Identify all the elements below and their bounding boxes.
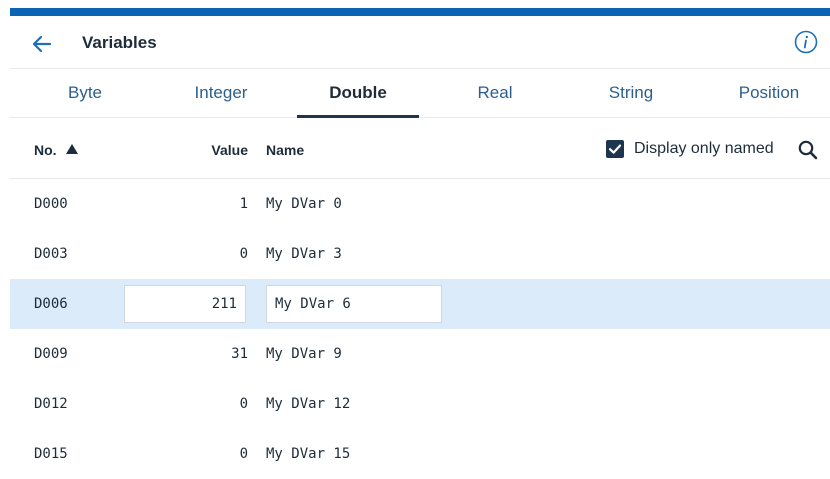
- back-button[interactable]: [30, 32, 54, 56]
- table-row[interactable]: D015 0 My DVar 15: [10, 429, 830, 479]
- value-input[interactable]: [124, 285, 246, 323]
- table-row[interactable]: D000 1 My DVar 0: [10, 179, 830, 229]
- cell-name: My DVar 9: [266, 346, 342, 362]
- page-title: Variables: [82, 33, 157, 52]
- top-accent-bar: [10, 8, 830, 16]
- table-row[interactable]: D009 31 My DVar 9: [10, 329, 830, 379]
- cell-number: D009: [34, 346, 68, 362]
- cell-value: 0: [239, 446, 248, 462]
- type-tabs: Byte Integer Double Real String Position: [10, 68, 830, 118]
- tab-string[interactable]: String: [566, 68, 696, 117]
- arrow-left-icon: [32, 35, 52, 53]
- app-header: Variables: [10, 16, 830, 69]
- sort-up-icon[interactable]: [66, 144, 78, 154]
- table-row[interactable]: D003 0 My DVar 3: [10, 229, 830, 279]
- column-header-value: Value: [211, 142, 248, 158]
- display-only-named-label[interactable]: Display only named: [634, 140, 774, 158]
- cell-value: 31: [231, 346, 248, 362]
- cell-value: 0: [239, 246, 248, 262]
- table-row[interactable]: D012 0 My DVar 12: [10, 379, 830, 429]
- cell-number: D015: [34, 446, 68, 462]
- table-row-selected[interactable]: D006: [10, 279, 830, 329]
- tab-double[interactable]: Double: [297, 68, 419, 118]
- variables-panel: Variables Byte Integer Double Real Strin…: [10, 16, 830, 466]
- name-input[interactable]: [266, 285, 442, 323]
- search-button[interactable]: [796, 138, 820, 162]
- cell-value: 0: [239, 396, 248, 412]
- cell-number: D003: [34, 246, 68, 262]
- cell-number: D012: [34, 396, 68, 412]
- search-icon: [798, 140, 818, 160]
- cell-name: My DVar 3: [266, 246, 342, 262]
- display-only-named-checkbox[interactable]: [606, 140, 624, 158]
- variables-table-body: D000 1 My DVar 0 D003 0 My DVar 3 D006 D…: [10, 179, 830, 479]
- cell-name: My DVar 15: [266, 446, 351, 462]
- column-header-no[interactable]: No.: [34, 142, 57, 158]
- cell-name: My DVar 0: [266, 196, 342, 212]
- tab-real[interactable]: Real: [430, 68, 560, 117]
- tab-integer[interactable]: Integer: [156, 68, 286, 117]
- cell-number: D000: [34, 196, 68, 212]
- info-icon: [794, 30, 818, 54]
- cell-value: 1: [239, 196, 248, 212]
- cell-name: My DVar 12: [266, 396, 351, 412]
- tab-position[interactable]: Position: [704, 68, 830, 117]
- info-button[interactable]: [794, 30, 818, 54]
- table-header: No. Value Name Display only named: [10, 118, 830, 179]
- cell-number: D006: [34, 296, 68, 312]
- checkmark-icon: [608, 144, 622, 154]
- column-header-name: Name: [266, 142, 305, 158]
- tab-byte[interactable]: Byte: [20, 68, 150, 117]
